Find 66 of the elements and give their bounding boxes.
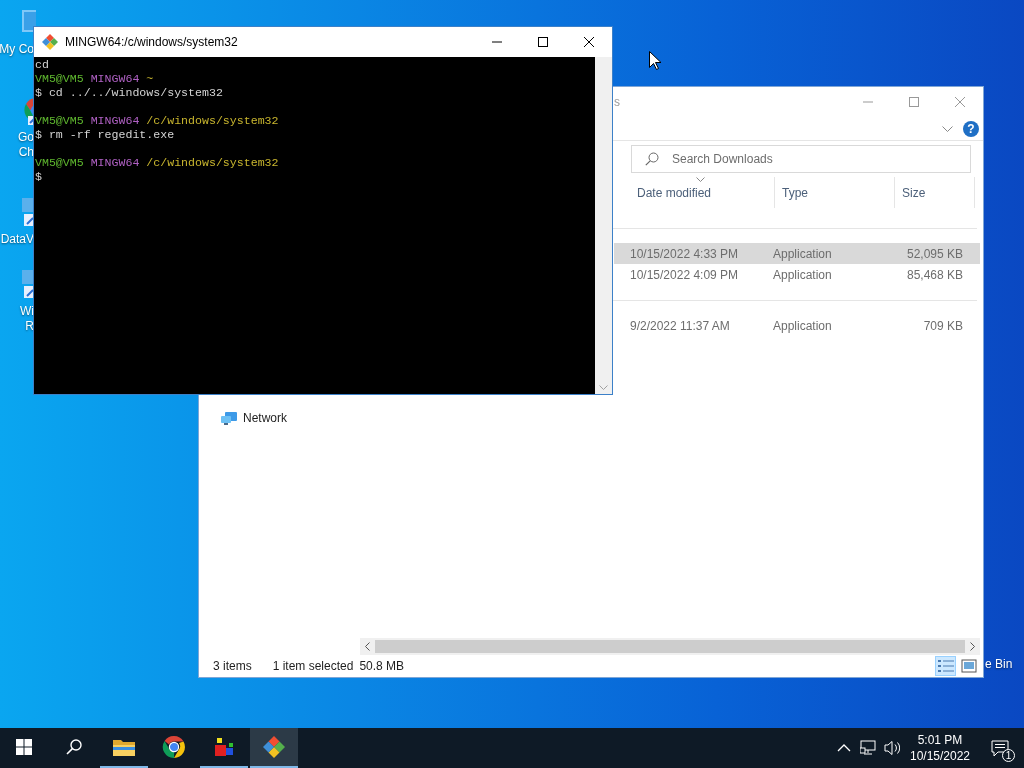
table-cell-text: 9/2/2022 11:37 AM (629, 318, 731, 333)
file-row[interactable]: 10/15/2022 4:09 PM Application 85,468 KB (614, 264, 980, 285)
prompt-path: ~ (146, 72, 154, 86)
scrollbar-thumb[interactable] (375, 640, 965, 653)
circle-logo-icon (162, 735, 186, 759)
large-icons-view-button[interactable] (958, 656, 979, 676)
file-row[interactable]: 10/15/2022 4:33 PM Application 52,095 KB (614, 243, 980, 264)
prompt-user: VM5@VM5 (35, 114, 84, 128)
terminal-text: cd (35, 58, 49, 72)
network-icon (221, 410, 238, 426)
prompt-host: MINGW64 (90, 156, 140, 170)
details-view-button[interactable] (935, 656, 956, 676)
terminal-text: $ rm -rf regedit.exe (35, 128, 175, 142)
search-icon (66, 739, 82, 755)
network-icon[interactable] (860, 740, 876, 756)
vertical-scrollbar[interactable] (595, 57, 612, 394)
search-field[interactable]: Search Downloads (631, 145, 971, 173)
diamond-icon (42, 34, 58, 50)
desktop-icon-label: DataV (0, 232, 34, 247)
table-cell-text: Application (772, 318, 833, 333)
search-icon (645, 152, 659, 166)
table-cell-text: 85,468 KB (905, 267, 964, 282)
status-text: 3 items (213, 659, 252, 673)
status-text: 1 item selected (272, 659, 354, 673)
diamond-icon (262, 735, 286, 759)
table-cell-text: 10/15/2022 4:09 PM (629, 267, 740, 282)
prompt-host: MINGW64 (90, 114, 140, 128)
table-cell-text: Application (772, 246, 833, 261)
prompt-path: /c/windows/system32 (146, 156, 279, 170)
notification-icon[interactable] (991, 739, 1009, 757)
window-title: s (614, 95, 620, 109)
nav-item[interactable]: Network (221, 409, 360, 427)
table-cell-text: 10/15/2022 4:33 PM (629, 246, 740, 261)
close-icon[interactable] (584, 37, 594, 47)
taskbar-button[interactable] (250, 728, 298, 768)
maximize-icon[interactable] (538, 37, 548, 47)
desktop-icon-label: Go Ch (18, 130, 34, 160)
table-cell-text: 52,095 KB (905, 246, 964, 261)
help-button[interactable]: ? (963, 120, 979, 137)
prompt-path: /c/windows/system32 (146, 114, 279, 128)
horizontal-scrollbar[interactable] (360, 638, 980, 655)
table-cell-text: 709 KB (922, 318, 964, 333)
clock[interactable]: 5:01 PM 10/15/2022 (904, 728, 976, 768)
column-header[interactable]: Size (895, 177, 975, 208)
prompt-user: VM5@VM5 (35, 156, 84, 170)
desktop-icon-label: e Bin (985, 657, 1013, 671)
desktop-icon-label: Wi R (20, 304, 34, 334)
terminal-text: $ cd ../../windows/system32 (35, 86, 223, 100)
speaker-icon[interactable] (884, 740, 900, 756)
chevron-down-icon[interactable] (942, 125, 953, 132)
prompt-host: MINGW64 (90, 72, 140, 86)
prompt-user: VM5@VM5 (35, 72, 84, 86)
column-header[interactable]: Date modified (630, 177, 775, 208)
terminal-text: $ (35, 170, 42, 184)
window-title: MINGW64:/c/windows/system32 (65, 35, 238, 49)
table-cell-text: Application (772, 267, 833, 282)
column-header[interactable]: Type (775, 177, 895, 208)
mouse-pointer-icon (649, 51, 661, 70)
notification-badge: 1 (1002, 749, 1015, 762)
file-row[interactable]: 9/2/2022 11:37 AM Application 709 KB (614, 315, 980, 336)
status-text: 50.8 MB (359, 659, 405, 673)
folder-icon (112, 737, 136, 757)
up-caret-icon[interactable] (837, 742, 851, 754)
desktop-icon-label: My Co (0, 42, 34, 57)
blocks-icon (212, 735, 236, 759)
windows-logo-icon (16, 739, 32, 755)
